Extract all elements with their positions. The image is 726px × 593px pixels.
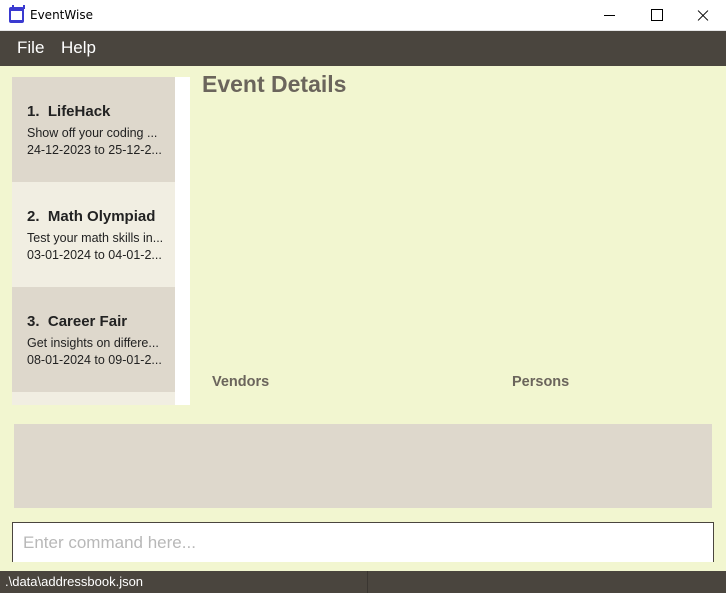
event-card[interactable]: 2. Math Olympiad Test your math skills i… bbox=[12, 182, 175, 287]
persons-label: Persons bbox=[512, 374, 570, 390]
save-location: .\data\addressbook.json bbox=[5, 574, 144, 589]
minimize-button[interactable] bbox=[588, 0, 634, 31]
command-input[interactable] bbox=[23, 531, 703, 555]
vendors-label: Vendors bbox=[212, 374, 270, 390]
result-display bbox=[14, 424, 712, 508]
event-description: Show off your coding ... bbox=[27, 126, 158, 140]
details-title: Event Details bbox=[202, 71, 347, 97]
maximize-button[interactable] bbox=[634, 0, 680, 31]
menu-file[interactable]: File bbox=[17, 38, 44, 58]
event-card[interactable]: 3. Career Fair Get insights on differe..… bbox=[12, 287, 175, 392]
status-bar: .\data\addressbook.json bbox=[0, 571, 726, 593]
event-dates: 03-01-2024 to 04-01-2... bbox=[27, 248, 162, 262]
event-title: 1. LifeHack bbox=[27, 103, 111, 120]
event-card[interactable]: 1. LifeHack Show off your coding ... 24-… bbox=[12, 77, 175, 182]
event-card-partial[interactable] bbox=[12, 392, 175, 405]
window-title: EventWise bbox=[30, 8, 93, 22]
event-list-scrollbar[interactable] bbox=[175, 77, 190, 405]
event-dates: 24-12-2023 to 25-12-2... bbox=[27, 143, 162, 157]
event-title: 2. Math Olympiad bbox=[27, 208, 156, 225]
event-title: 3. Career Fair bbox=[27, 313, 128, 330]
status-bar-section: .\data\addressbook.json bbox=[0, 571, 368, 593]
event-description: Get insights on differe... bbox=[27, 336, 159, 350]
menu-bar: File Help bbox=[0, 31, 726, 66]
event-dates: 08-01-2024 to 09-01-2... bbox=[27, 353, 162, 367]
command-box bbox=[12, 522, 714, 562]
menu-help[interactable]: Help bbox=[61, 38, 96, 58]
close-button[interactable] bbox=[680, 0, 726, 31]
event-description: Test your math skills in... bbox=[27, 231, 164, 245]
calendar-icon bbox=[9, 5, 25, 23]
title-bar: EventWise bbox=[0, 0, 726, 31]
